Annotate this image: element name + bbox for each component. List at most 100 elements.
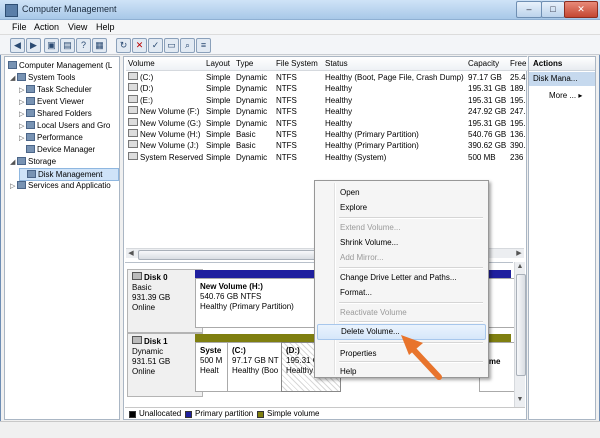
- menu-item-open[interactable]: Open: [317, 185, 486, 201]
- volume-icon: [128, 94, 138, 103]
- disk-0-size: 931.39 GB: [132, 293, 171, 302]
- expand-icon[interactable]: ▷: [19, 97, 26, 107]
- tree-item-computer-management[interactable]: Computer Management (L: [8, 60, 112, 71]
- users-icon: [26, 121, 35, 129]
- column-header-capacity[interactable]: Capacity: [466, 57, 511, 71]
- open-folder-icon[interactable]: ▭: [164, 38, 179, 53]
- table-cell: 247.92 GB: [468, 107, 507, 117]
- maximize-button[interactable]: □: [541, 1, 565, 18]
- app-icon: [5, 4, 18, 17]
- table-cell: Dynamic: [236, 73, 268, 82]
- table-cell: 195.: [510, 118, 526, 128]
- table-cell: 390.: [510, 141, 526, 151]
- folder-icon[interactable]: ▣: [44, 38, 59, 53]
- table-cell: NTFS: [276, 141, 297, 151]
- table-cell: Dynamic: [236, 152, 268, 162]
- table-cell: 136.: [510, 130, 526, 139]
- delete-icon[interactable]: ✕: [132, 38, 147, 53]
- partition-system-reserved[interactable]: Syste 500 M Healt: [195, 342, 231, 392]
- table-cell: Simple: [206, 130, 231, 139]
- column-header-type[interactable]: Type: [234, 57, 277, 71]
- table-cell: Basic: [236, 130, 256, 139]
- expand-icon[interactable]: ▷: [19, 109, 26, 119]
- expand-icon[interactable]: ▷: [10, 181, 17, 191]
- properties-icon[interactable]: ▦: [92, 38, 107, 53]
- column-header-layout[interactable]: Layout: [204, 57, 237, 71]
- connect-icon[interactable]: ↻: [116, 38, 131, 53]
- list-icon[interactable]: ≡: [196, 38, 211, 53]
- menu-item-explore[interactable]: Explore: [317, 200, 486, 216]
- table-cell: System Reserved: [128, 151, 204, 163]
- menu-item-format[interactable]: Format...: [317, 285, 486, 301]
- disk-1-name: Disk 1: [132, 336, 198, 347]
- shared-folder-icon: [26, 109, 35, 117]
- search-icon[interactable]: ⌕: [180, 38, 195, 53]
- services-icon: [17, 181, 26, 189]
- tree-item-event-viewer[interactable]: ▷ Event Viewer: [19, 96, 84, 107]
- collapse-icon[interactable]: ◢: [10, 157, 17, 167]
- menu-item-extend-volume: Extend Volume...: [340, 223, 401, 232]
- tree-item-services-applications[interactable]: ▷ Services and Applicatio: [10, 180, 111, 191]
- tree-item-local-users[interactable]: ▷ Local Users and Gro: [19, 120, 110, 131]
- table-cell: 247.: [510, 107, 526, 117]
- table-cell: Dynamic: [236, 118, 268, 128]
- expand-icon[interactable]: ▷: [19, 121, 26, 131]
- table-cell: 195.31 GB: [468, 118, 507, 128]
- actions-pane: Actions Disk Mana... More ... ▸: [528, 56, 596, 420]
- minimize-button[interactable]: –: [516, 1, 542, 18]
- forward-icon[interactable]: ▶: [26, 38, 41, 53]
- table-cell: Simple: [206, 107, 231, 117]
- tree-item-task-scheduler[interactable]: ▷ Task Scheduler: [19, 84, 92, 95]
- computer-icon: [8, 61, 17, 69]
- menu-file[interactable]: File: [12, 22, 27, 32]
- legend: Unallocated Primary partition Simple vol…: [125, 407, 525, 419]
- collapse-icon[interactable]: ◢: [10, 73, 17, 83]
- table-cell: NTFS: [276, 118, 297, 128]
- menu-item-shrink-volume[interactable]: Shrink Volume...: [317, 235, 486, 251]
- column-header-file-system[interactable]: File System: [274, 57, 326, 71]
- menu-bar: File Action View Help: [0, 20, 600, 35]
- menu-separator: [339, 321, 483, 323]
- scrollbar-thumb[interactable]: [516, 274, 526, 376]
- tree-item-performance[interactable]: ▷ Performance: [19, 132, 83, 143]
- menu-view[interactable]: View: [68, 22, 87, 32]
- console-tree-icon[interactable]: ▤: [60, 38, 75, 53]
- back-icon[interactable]: ◀: [10, 38, 25, 53]
- scroll-up-icon[interactable]: ▲: [515, 262, 525, 272]
- scroll-left-icon[interactable]: ◀: [126, 249, 136, 259]
- event-icon: [26, 97, 35, 105]
- disk-icon: [27, 170, 36, 178]
- expand-icon[interactable]: ▷: [19, 85, 26, 95]
- actions-disk-management[interactable]: Disk Mana...: [529, 72, 595, 86]
- close-button[interactable]: ✕: [564, 1, 598, 18]
- vertical-scrollbar[interactable]: ▲ ▼: [514, 262, 526, 407]
- disk-0-name: Disk 0: [132, 272, 198, 283]
- scroll-down-icon[interactable]: ▼: [515, 395, 525, 405]
- column-header-volume[interactable]: Volume: [126, 57, 207, 71]
- column-header-free[interactable]: Free: [508, 57, 529, 71]
- check-icon[interactable]: ✓: [148, 38, 163, 53]
- legend-primary: Primary partition: [195, 409, 254, 418]
- disk-1-info[interactable]: Disk 1 Dynamic 931.51 GB Online: [127, 333, 203, 397]
- table-cell: 390.62 GB: [468, 141, 507, 151]
- actions-more[interactable]: More ... ▸: [549, 91, 582, 100]
- tree-item-storage[interactable]: ◢ Storage: [10, 156, 56, 167]
- expand-icon[interactable]: ▷: [19, 133, 26, 143]
- tree-item-shared-folders[interactable]: ▷ Shared Folders: [19, 108, 92, 119]
- table-cell: Dynamic: [236, 84, 268, 94]
- menu-help[interactable]: Help: [96, 22, 115, 32]
- table-cell: 97.17 GB: [468, 73, 502, 82]
- help-icon[interactable]: ?: [76, 38, 91, 53]
- table-cell: 25.4: [510, 73, 526, 82]
- legend-swatch-unallocated: [129, 411, 136, 418]
- partition-c[interactable]: (C:) 97.17 GB NT Healthy (Boo: [227, 342, 285, 392]
- table-cell: New Volume (H:): [128, 129, 204, 140]
- disk-0-info[interactable]: Disk 0 Basic 931.39 GB Online: [127, 269, 203, 333]
- disk-0-type: Basic: [132, 283, 152, 292]
- tree-item-device-manager[interactable]: Device Manager: [19, 144, 95, 155]
- scroll-right-icon[interactable]: ▶: [514, 249, 524, 259]
- menu-action[interactable]: Action: [34, 22, 59, 32]
- column-header-status[interactable]: Status: [323, 57, 469, 71]
- menu-item-change-drive-letter-and-paths[interactable]: Change Drive Letter and Paths...: [317, 270, 486, 286]
- tree-item-system-tools[interactable]: ◢ System Tools: [10, 72, 75, 83]
